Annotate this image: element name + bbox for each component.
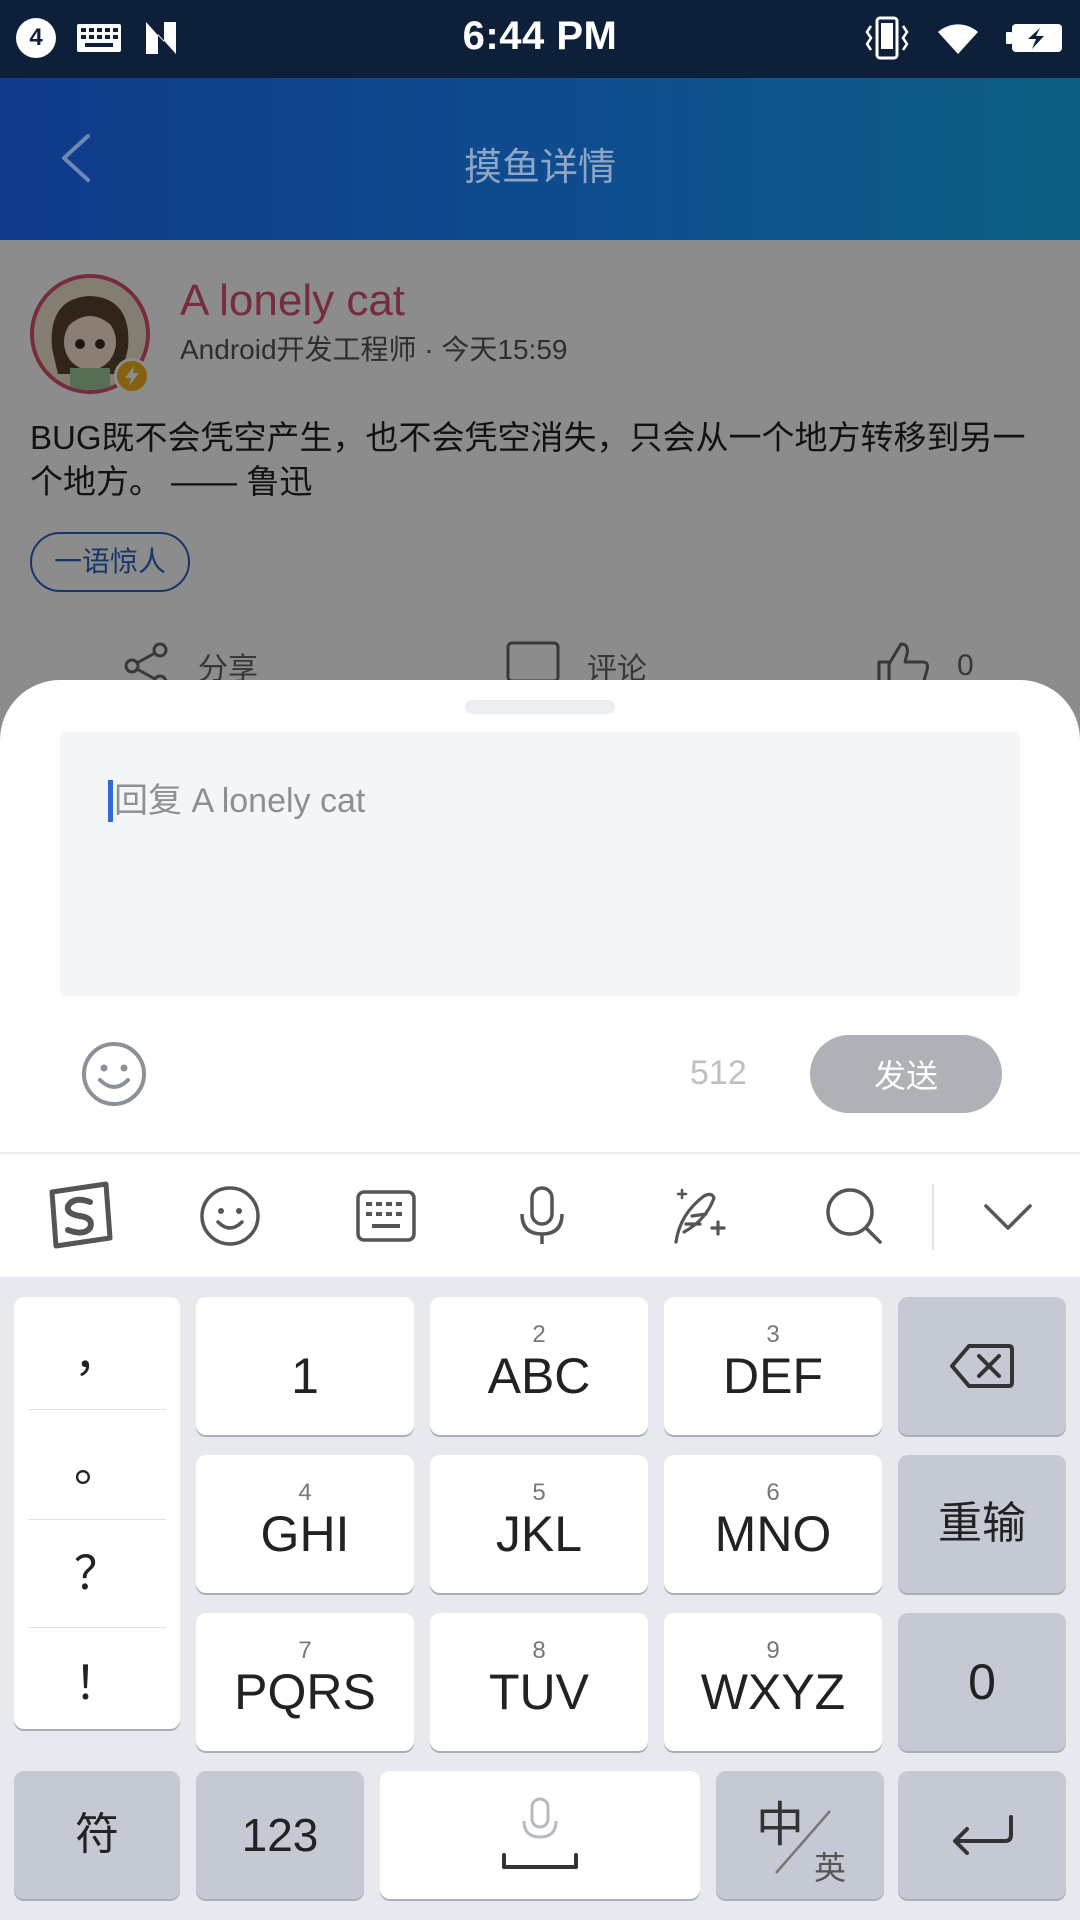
numeric-label: 123: [241, 1809, 319, 1861]
enter-key[interactable]: [898, 1771, 1066, 1899]
keyboard-icon[interactable]: [354, 1184, 418, 1248]
text-cursor: [108, 780, 113, 822]
keyboard-toolbar: [0, 1152, 1080, 1277]
key-6-mno[interactable]: 6 MNO: [664, 1455, 882, 1593]
numeric-key[interactable]: 123: [196, 1771, 364, 1899]
key-digit: 8: [532, 1637, 546, 1664]
key-digit: 2: [532, 1321, 546, 1348]
t9-keyboard: ， 。 ？ ！ 1 2 ABC 3 DEF 4 GHI 5 JKL 6 MNO: [0, 1277, 1080, 1920]
symbol-key[interactable]: 符: [14, 1771, 180, 1899]
page-title: 摸鱼详情: [463, 147, 616, 189]
language-switch-key[interactable]: 中 英: [716, 1771, 884, 1899]
drag-handle[interactable]: [465, 700, 615, 714]
key-4-ghi[interactable]: 4 GHI: [196, 1455, 414, 1593]
key-letters: 1: [291, 1348, 319, 1404]
reset-key[interactable]: 重输: [898, 1455, 1066, 1593]
key-digit: 4: [298, 1479, 312, 1506]
key-letters: MNO: [714, 1506, 832, 1562]
zero-label: 0: [968, 1654, 996, 1710]
key-digit: 6: [766, 1479, 780, 1506]
key-letters: GHI: [260, 1506, 350, 1562]
backspace-icon: [950, 1344, 1014, 1388]
punct-divider: [28, 1627, 166, 1628]
punct-comma-key[interactable]: ，: [28, 1319, 166, 1385]
key-letters: DEF: [723, 1348, 823, 1404]
lang-en-label: 英: [814, 1850, 847, 1886]
key-digit: 3: [766, 1321, 780, 1348]
punct-question-key[interactable]: ？: [28, 1537, 166, 1603]
enter-arrow-icon: [953, 1815, 1013, 1855]
key-letters: TUV: [489, 1664, 589, 1720]
symbol-label: 符: [75, 1810, 119, 1859]
emoji-icon[interactable]: [198, 1184, 262, 1248]
punct-divider: [28, 1519, 166, 1520]
reset-label: 重输: [938, 1499, 1026, 1548]
key-3-def[interactable]: 3 DEF: [664, 1297, 882, 1435]
status-bar: 4 6:44 PM: [0, 0, 1080, 78]
key-digit: 9: [766, 1637, 780, 1664]
status-right-icons: [864, 16, 1064, 60]
space-microphone-icon: [502, 1797, 578, 1869]
punct-period-key[interactable]: 。: [28, 1429, 166, 1495]
key-digit: 5: [532, 1479, 546, 1506]
reply-input[interactable]: [108, 776, 988, 826]
app-header: 摸鱼详情: [0, 78, 1080, 240]
send-button[interactable]: 发送: [810, 1035, 1002, 1113]
key-digit: 7: [298, 1637, 312, 1664]
backspace-key[interactable]: [898, 1297, 1066, 1435]
key-1[interactable]: 1: [196, 1297, 414, 1435]
vibrate-icon: [865, 16, 909, 60]
key-2-abc[interactable]: 2 ABC: [430, 1297, 648, 1435]
microphone-icon[interactable]: [510, 1184, 574, 1248]
key-7-pqrs[interactable]: 7 PQRS: [196, 1613, 414, 1751]
handwriting-icon[interactable]: [666, 1184, 730, 1248]
key-letters: WXYZ: [700, 1664, 846, 1720]
punct-divider: [28, 1409, 166, 1410]
battery-charging-icon: [1006, 24, 1062, 52]
space-key[interactable]: [380, 1771, 700, 1899]
collapse-chevron-icon[interactable]: [976, 1184, 1040, 1248]
search-icon[interactable]: [822, 1184, 886, 1248]
key-letters: PQRS: [234, 1664, 376, 1720]
key-5-jkl[interactable]: 5 JKL: [430, 1455, 648, 1593]
punctuation-column[interactable]: ， 。 ？ ！: [14, 1297, 180, 1729]
char-count: 512: [690, 1054, 747, 1092]
key-letters: JKL: [495, 1506, 583, 1562]
key-0[interactable]: 0: [898, 1613, 1066, 1751]
key-9-wxyz[interactable]: 9 WXYZ: [664, 1613, 882, 1751]
punct-exclaim-key[interactable]: ！: [28, 1647, 166, 1713]
reply-box[interactable]: [60, 732, 1020, 996]
wifi-icon: [938, 24, 978, 54]
key-8-tuv[interactable]: 8 TUV: [430, 1613, 648, 1751]
emoji-icon[interactable]: [80, 1040, 148, 1108]
sogou-logo-icon[interactable]: [44, 1180, 116, 1252]
key-letters: ABC: [487, 1348, 591, 1404]
toolbar-divider: [932, 1184, 934, 1250]
